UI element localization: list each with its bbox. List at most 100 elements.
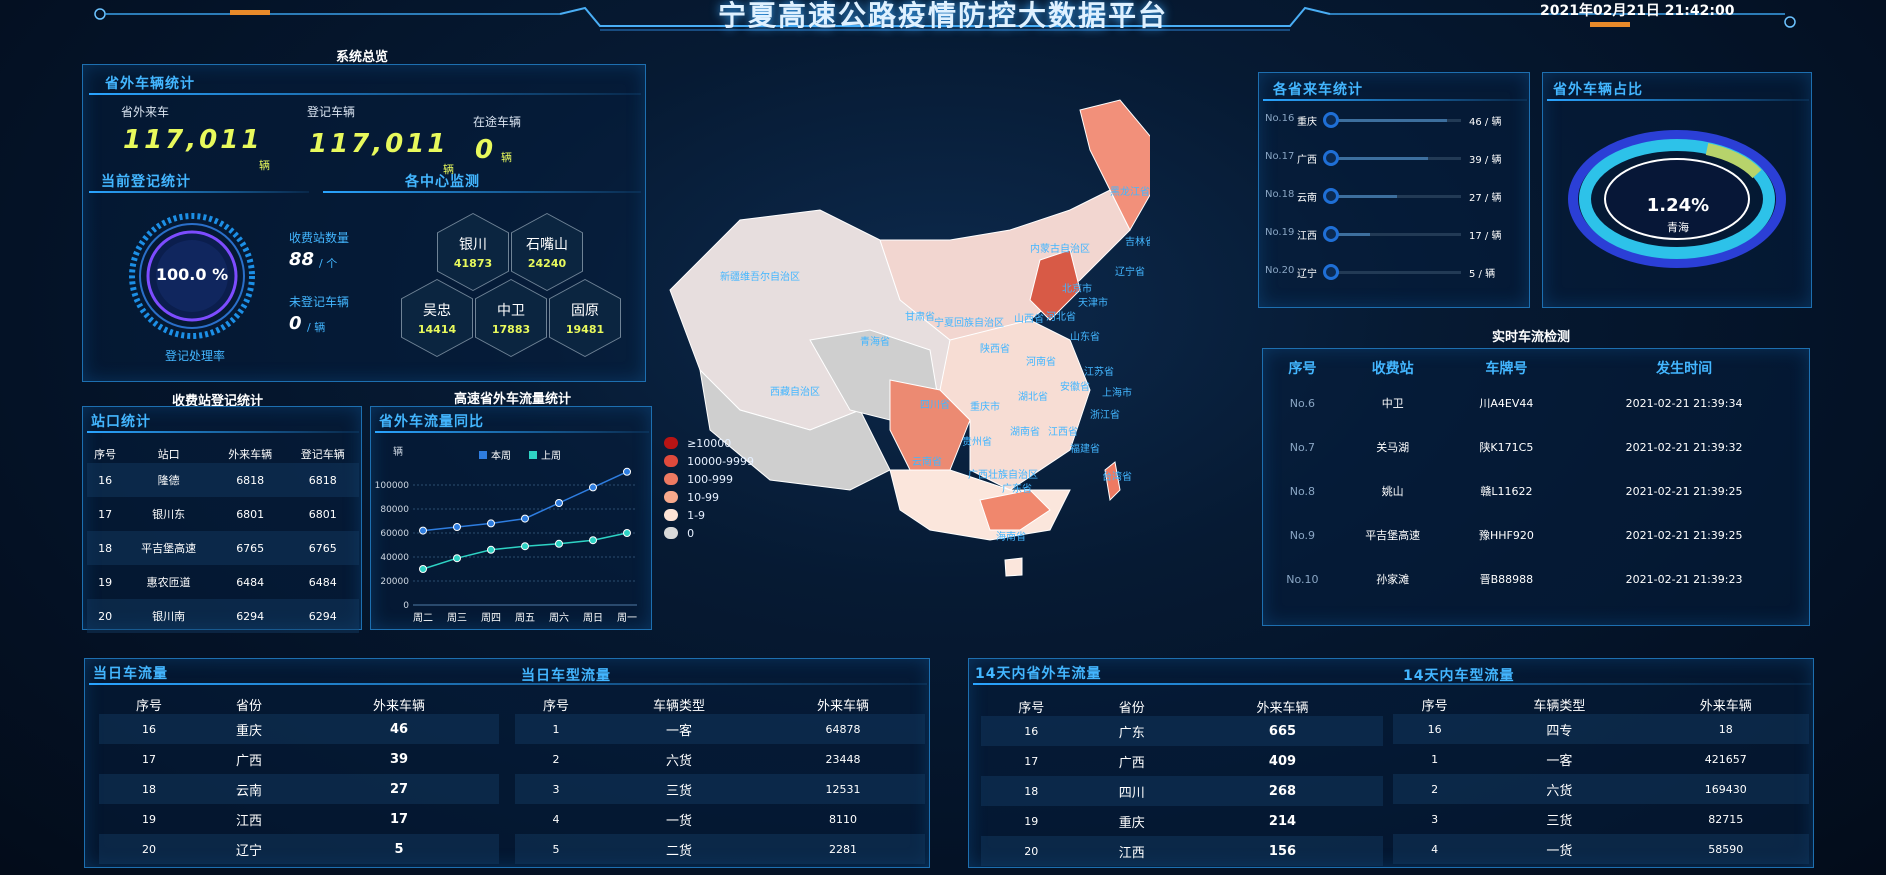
map-label: 云南省 <box>912 455 942 468</box>
cell: No.8 <box>1289 484 1316 498</box>
center-hex-zhongwei[interactable]: 中卫 17883 <box>475 279 547 357</box>
cell: 2021-02-21 21:39:34 <box>1625 396 1743 410</box>
table-row[interactable]: 2 六货 169430 <box>1393 774 1809 804</box>
col-header: 序号 <box>1018 701 1045 716</box>
cell: 六货 <box>666 753 693 769</box>
cell: 20 <box>142 842 156 856</box>
stat-registered-label: 登记车辆 <box>307 105 356 119</box>
table-row[interactable]: 3 三货 12531 <box>515 774 925 804</box>
table-row[interactable]: 17 广西 409 <box>981 746 1383 776</box>
table-row[interactable]: 4 一货 8110 <box>515 804 925 834</box>
province-name: 广西 <box>1297 155 1317 166</box>
cell: 169430 <box>1704 782 1747 796</box>
center-hex-guyuan[interactable]: 固原 19481 <box>549 279 621 357</box>
legend-item[interactable]: ≥10000 <box>664 432 731 451</box>
map-label: 北京市 <box>1062 282 1092 295</box>
data-point <box>453 523 461 531</box>
y-tick-label: 60000 <box>380 529 409 539</box>
table-row[interactable]: No.8 姚山 赣L11622 2021-02-21 21:39:25 <box>1269 469 1805 513</box>
cell: No.9 <box>1289 528 1316 542</box>
table-row[interactable]: 16 重庆 46 <box>99 714 499 744</box>
table-row[interactable]: 20 辽宁 5 <box>99 834 499 864</box>
center-hex-inner: 吴忠 14414 <box>402 280 472 356</box>
table-row[interactable]: 3 三货 82715 <box>1393 804 1809 834</box>
table-row[interactable]: 19 惠农匝道 6484 6484 <box>87 565 359 599</box>
center-hex-inner: 中卫 17883 <box>476 280 546 356</box>
cell: 64878 <box>825 722 861 736</box>
province-row[interactable]: No.19 江西 17 / 辆 <box>1259 221 1531 251</box>
day-flow-table: 序号 省份 外来车辆 16 重庆 46 17 广西 39 18 云南 27 19… <box>99 695 499 864</box>
legend-swatch <box>479 451 487 459</box>
data-point <box>419 565 427 573</box>
current-reg-underline <box>89 191 309 193</box>
flow-line-chart: 辆 本周 上周 100000 80000 60000 40000 20000 0 周二 周三 周四 周五… <box>375 445 637 624</box>
table-row[interactable]: 18 四川 268 <box>981 776 1383 806</box>
legend-item[interactable]: 10000-9999 <box>664 450 754 469</box>
table-row[interactable]: 20 江西 156 <box>981 836 1383 866</box>
ratio-panel: 省外车辆占比 1.24% 青海 <box>1542 72 1812 308</box>
table-row[interactable]: 18 云南 27 <box>99 774 499 804</box>
cell: 8110 <box>829 812 857 826</box>
province-row[interactable]: No.17 广西 39 / 辆 <box>1259 145 1531 175</box>
map-label: 宁夏回族自治区 <box>934 316 1004 329</box>
col-header: 登记车辆 <box>300 448 345 461</box>
province-panel-title: 各省来车统计 <box>1273 82 1363 98</box>
table-row[interactable]: 16 隆德 6818 6818 <box>87 463 359 497</box>
data-point <box>521 514 529 523</box>
center-hex-wuzhong[interactable]: 吴忠 14414 <box>401 279 473 357</box>
table-row[interactable]: 17 广西 39 <box>99 744 499 774</box>
table-row[interactable]: 19 江西 17 <box>99 804 499 834</box>
data-point <box>589 536 597 545</box>
table-row[interactable]: 16 广东 665 <box>981 716 1383 746</box>
table-row[interactable]: 17 银川东 6801 6801 <box>87 497 359 531</box>
cell: 16 <box>1024 724 1039 738</box>
table-row[interactable]: 4 一货 58590 <box>1393 834 1809 864</box>
map-label: 安徽省 <box>1060 380 1090 393</box>
table-row[interactable]: No.9 平吉堡高速 豫HHF920 2021-02-21 21:39:25 <box>1269 513 1805 557</box>
center-hex-yinchuan[interactable]: 银川 41873 <box>437 213 509 291</box>
table-row[interactable]: No.10 孙家滩 晋B88988 2021-02-21 21:39:23 <box>1269 557 1805 601</box>
table-row[interactable]: 1 一客 421657 <box>1393 744 1809 774</box>
table-row[interactable]: No.7 关马湖 陕K171C5 2021-02-21 21:39:32 <box>1269 425 1805 469</box>
cell: 18 <box>1718 722 1733 736</box>
stat-outside-label: 省外来车 <box>121 105 170 119</box>
legend-item[interactable]: 100-999 <box>664 468 733 487</box>
table-row[interactable]: No.6 中卫 川A4EV44 2021-02-21 21:39:34 <box>1269 381 1805 425</box>
cell: 4 <box>1431 842 1439 856</box>
col-header: 省份 <box>1118 701 1145 716</box>
province-row[interactable]: No.16 重庆 46 / 辆 <box>1259 107 1531 137</box>
cell: 2021-02-21 21:39:25 <box>1625 528 1743 542</box>
table-row[interactable]: 18 平吉堡高速 6765 6765 <box>87 531 359 565</box>
cell: 晋B88988 <box>1479 573 1534 586</box>
province-row[interactable]: No.20 辽宁 5 / 辆 <box>1259 259 1531 289</box>
table-header: 序号 车辆类型 外来车辆 <box>515 695 925 714</box>
cell: 5 <box>552 842 560 856</box>
legend-swatch <box>664 526 678 539</box>
data-point <box>453 554 461 563</box>
map-label: 山西省 <box>1014 312 1044 325</box>
cell: 19 <box>142 812 156 826</box>
table-row[interactable]: 20 银川南 6294 6294 <box>87 599 359 633</box>
col-header: 外来车辆 <box>372 699 425 714</box>
map-label: 浙江省 <box>1090 408 1120 421</box>
table-row[interactable]: 1 一客 64878 <box>515 714 925 744</box>
legend-item[interactable]: 1-9 <box>664 504 705 523</box>
center-value: 14414 <box>417 323 457 336</box>
center-hex-shizuishan[interactable]: 石嘴山 24240 <box>511 213 583 291</box>
china-map-svg: 新疆维吾尔自治区 西藏自治区 青海省 甘肃省 宁夏回族自治区 内蒙古自治区 黑龙… <box>669 99 1171 577</box>
realtime-panel: 序号 收费站 车牌号 发生时间 No.6 中卫 川A4EV44 2021-02-… <box>1262 348 1810 626</box>
china-map[interactable]: 新疆维吾尔自治区 西藏自治区 青海省 甘肃省 宁夏回族自治区 内蒙古自治区 黑龙… <box>650 90 1171 650</box>
table-row[interactable]: 2 六货 23448 <box>515 744 925 774</box>
center-name: 银川 <box>459 237 487 253</box>
province-bar-fill <box>1325 157 1429 160</box>
col-header: 外来车辆 <box>1256 701 1309 716</box>
legend-item[interactable]: 0 <box>664 522 694 541</box>
cell: 18 <box>142 782 156 796</box>
legend-item[interactable]: 10-99 <box>664 486 719 505</box>
col-header: 序号 <box>1421 699 1448 714</box>
map-label: 湖北省 <box>1018 390 1048 403</box>
table-row[interactable]: 19 重庆 214 <box>981 806 1383 836</box>
table-row[interactable]: 5 二货 2281 <box>515 834 925 864</box>
table-row[interactable]: 16 四专 18 <box>1393 714 1809 744</box>
province-row[interactable]: No.18 云南 27 / 辆 <box>1259 183 1531 213</box>
